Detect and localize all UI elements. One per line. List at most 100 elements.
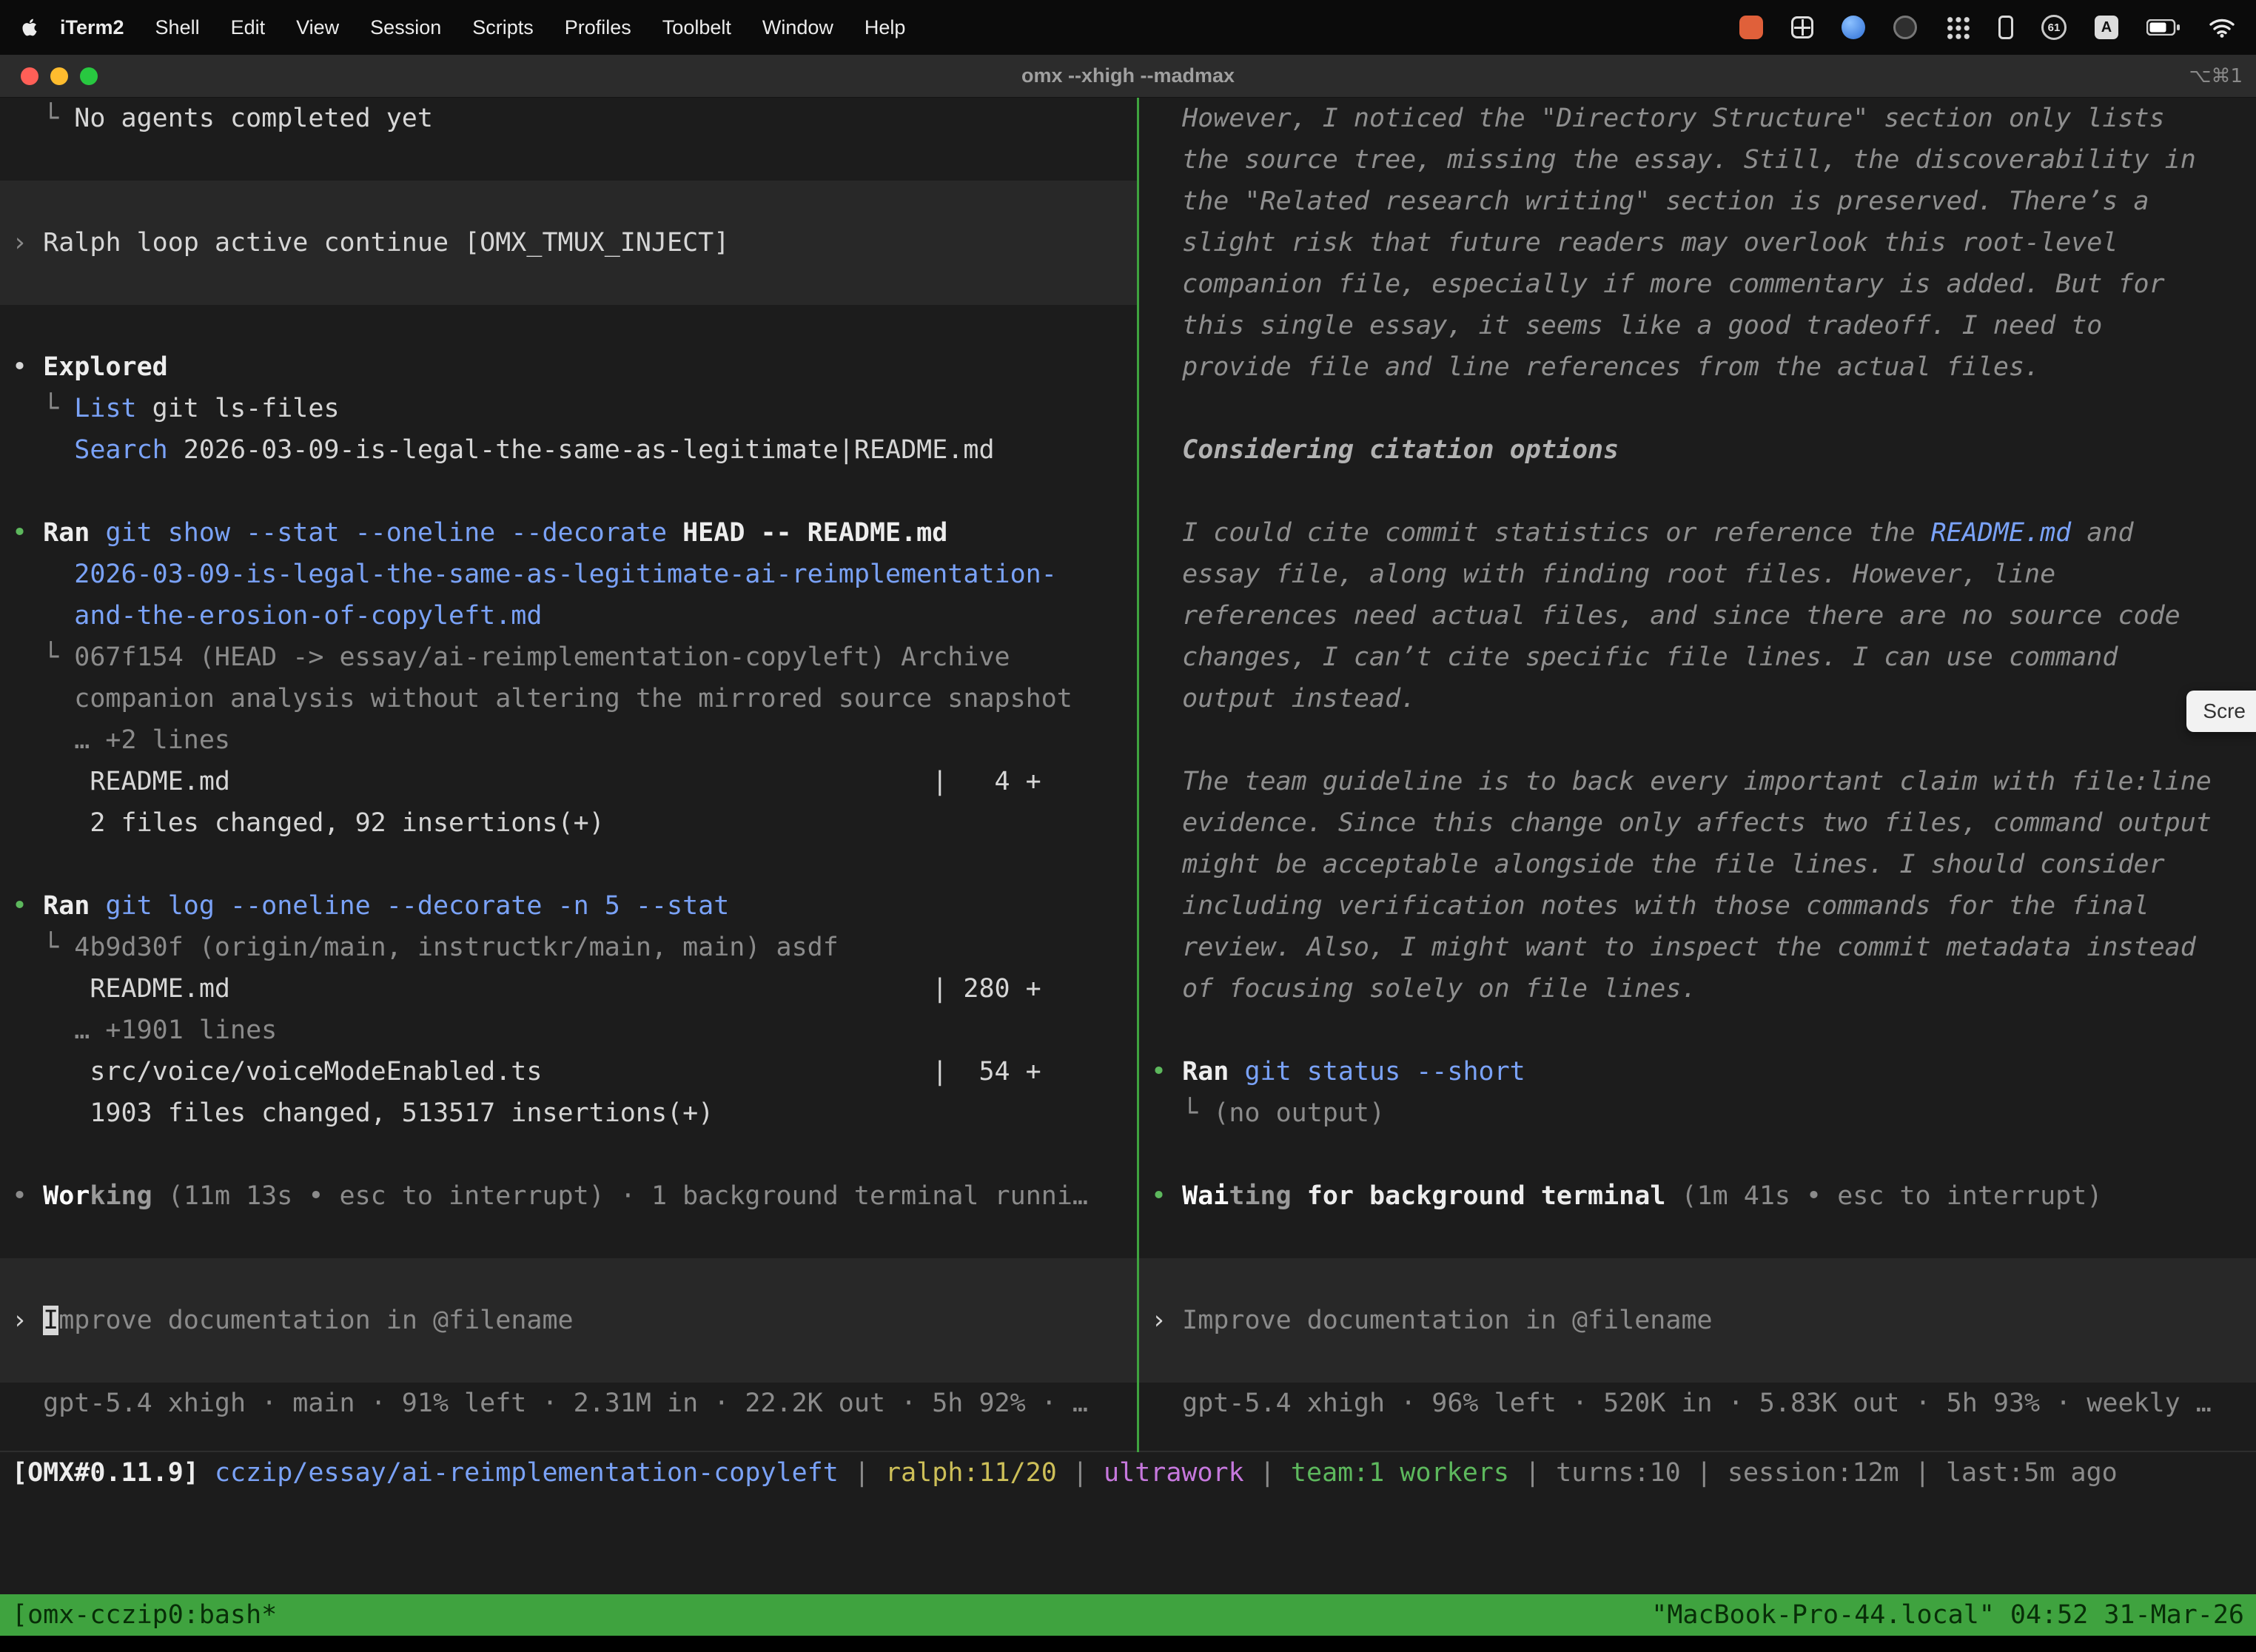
working-status: • Working (11m 13s • esc to interrupt) ·…	[0, 1175, 1137, 1217]
menu-help[interactable]: Help	[849, 16, 921, 39]
right-pane[interactable]: However, I noticed the "Directory Struct…	[1139, 98, 2256, 1424]
dots-grid-icon[interactable]	[1945, 15, 1970, 40]
elided-line: … +2 lines	[0, 719, 1137, 761]
percent-badge-icon[interactable]: 61	[2041, 15, 2067, 40]
filename-line: and-the-erosion-of-copyleft.md	[0, 595, 1137, 637]
tmux-host-clock: "MacBook-Pro-44.local" 04:52 31-Mar-26	[1651, 1600, 2244, 1630]
menu-toolbelt[interactable]: Toolbelt	[647, 16, 747, 39]
window-title-bar[interactable]: omx --xhigh --madmax ⌥⌘1	[0, 55, 2256, 98]
explored-list: └ List git ls-files	[0, 388, 1137, 429]
window-controls	[21, 55, 98, 97]
terminal-line	[0, 471, 1137, 512]
tmux-session-info: [omx-cczip0:bash*	[12, 1600, 277, 1630]
reasoning-line: including verification notes with those …	[1139, 885, 2256, 927]
grid-app-icon[interactable]	[1791, 16, 1813, 38]
agents-status-line: └ No agents completed yet	[0, 98, 1137, 139]
reasoning-line: provide file and line references from th…	[1139, 346, 2256, 388]
diffstat-line: README.md | 4 +	[0, 761, 1137, 802]
reasoning-line: review. Also, I might want to inspect th…	[1139, 927, 2256, 968]
session-stats: gpt-5.4 xhigh · main · 91% left · 2.31M …	[0, 1383, 1137, 1424]
diffstat-line: src/voice/voiceModeEnabled.ts | 54 +	[0, 1051, 1137, 1092]
terminal-line	[1139, 719, 2256, 761]
explored-header: • Explored	[0, 346, 1137, 388]
menu-edit[interactable]: Edit	[215, 16, 281, 39]
reasoning-line: I could cite commit statistics or refere…	[1139, 512, 2256, 554]
commit-line: └ 4b9d30f (origin/main, instructkr/main,…	[0, 927, 1137, 968]
close-button[interactable]	[21, 67, 38, 85]
reasoning-line: might be acceptable alongside the file l…	[1139, 844, 2256, 885]
menu-shell[interactable]: Shell	[140, 16, 215, 39]
terminal-line	[0, 1134, 1137, 1175]
terminal-line	[0, 1217, 1137, 1258]
diffstat-summary: 2 files changed, 92 insertions(+)	[0, 802, 1137, 844]
omx-status-area: [OMX#0.11.9] cczip/essay/ai-reimplementa…	[0, 1451, 2256, 1494]
diffstat-summary: 1903 files changed, 513517 insertions(+)	[0, 1092, 1137, 1134]
menu-items: iTerm2ShellEditViewSessionScriptsProfile…	[16, 16, 1739, 39]
reasoning-line: evidence. Since this change only affects…	[1139, 802, 2256, 844]
screen-recording-indicator[interactable]	[1739, 16, 1763, 39]
commit-line: companion analysis without altering the …	[0, 678, 1137, 719]
menu-scripts[interactable]: Scripts	[457, 16, 549, 39]
waiting-status: • Waiting for background terminal (1m 41…	[1139, 1175, 2256, 1217]
minimize-button[interactable]	[50, 67, 68, 85]
terminal-line	[0, 844, 1137, 885]
pane-divider[interactable]	[1137, 98, 1139, 1452]
command-output: └ (no output)	[1139, 1092, 2256, 1134]
reasoning-line: The team guideline is to back every impo…	[1139, 761, 2256, 802]
terminal-line	[1139, 1217, 2256, 1258]
left-pane[interactable]: └ No agents completed yet › Ralph loop ac…	[0, 98, 1137, 1424]
phone-mirroring-icon[interactable]	[1998, 16, 2013, 39]
terminal-line	[1139, 471, 2256, 512]
desktop-screen: iTerm2ShellEditViewSessionScriptsProfile…	[0, 0, 2256, 1652]
iterm2-window: omx --xhigh --madmax ⌥⌘1 └ No agents com…	[0, 55, 2256, 1636]
terminal-line	[1139, 1010, 2256, 1051]
apple-logo-icon[interactable]	[22, 18, 37, 37]
reasoning-line: However, I noticed the "Directory Struct…	[1139, 98, 2256, 139]
tmux-panes: └ No agents completed yet › Ralph loop ac…	[0, 98, 2256, 1424]
ran-git-show: • Ran git show --stat --oneline --decora…	[0, 512, 1137, 554]
terminal-line	[0, 305, 1137, 346]
ralph-loop-banner: › Ralph loop active continue [OMX_TMUX_I…	[0, 181, 1137, 305]
filename-line: 2026-03-09-is-legal-the-same-as-legitima…	[0, 554, 1137, 595]
menu-view[interactable]: View	[281, 16, 355, 39]
reasoning-line: changes, I can’t cite specific file line…	[1139, 637, 2256, 678]
reasoning-header: Considering citation options	[1139, 429, 2256, 471]
reasoning-line: companion file, especially if more comme…	[1139, 263, 2256, 305]
terminal-line	[1139, 1134, 2256, 1175]
menu-iterm2[interactable]: iTerm2	[44, 16, 140, 39]
reasoning-line: of focusing solely on file lines.	[1139, 968, 2256, 1010]
macos-menu-bar: iTerm2ShellEditViewSessionScriptsProfile…	[0, 0, 2256, 55]
text-cursor[interactable]: I	[43, 1306, 58, 1335]
reasoning-line: essay file, along with finding root file…	[1139, 554, 2256, 595]
terminal-line	[1139, 388, 2256, 429]
ran-git-status: • Ran git status --short	[1139, 1051, 2256, 1092]
prompt-input[interactable]: › Improve documentation in @filename	[1139, 1258, 2256, 1383]
wifi-icon[interactable]	[2209, 17, 2235, 38]
explored-search: Search 2026-03-09-is-legal-the-same-as-l…	[0, 429, 1137, 471]
menu-session[interactable]: Session	[355, 16, 457, 39]
terminal-area: └ No agents completed yet › Ralph loop ac…	[0, 98, 2256, 1594]
reasoning-line: references need actual files, and since …	[1139, 595, 2256, 637]
menu-status-icons: 61 A	[1739, 15, 2240, 40]
window-title: omx --xhigh --madmax	[1021, 64, 1235, 87]
battery-icon[interactable]	[2146, 19, 2181, 36]
reasoning-line: output instead.	[1139, 678, 2256, 719]
menu-profiles[interactable]: Profiles	[549, 16, 647, 39]
omx-status-bar: [OMX#0.11.9] cczip/essay/ai-reimplementa…	[0, 1452, 2256, 1494]
zoom-button[interactable]	[80, 67, 98, 85]
elided-line: … +1901 lines	[0, 1010, 1137, 1051]
keyboard-layout-icon[interactable]: A	[2095, 16, 2118, 39]
reasoning-line: the "Related research writing" section i…	[1139, 181, 2256, 222]
reasoning-line: this single essay, it seems like a good …	[1139, 305, 2256, 346]
reasoning-line: the source tree, missing the essay. Stil…	[1139, 139, 2256, 181]
ran-git-log: • Ran git log --oneline --decorate -n 5 …	[0, 885, 1137, 927]
menu-window[interactable]: Window	[747, 16, 849, 39]
prompt-input[interactable]: › Improve documentation in @filename	[0, 1258, 1137, 1383]
reasoning-line: slight risk that future readers may over…	[1139, 222, 2256, 263]
blue-app-icon[interactable]	[1842, 16, 1865, 39]
screen-popup[interactable]: Scre	[2186, 691, 2256, 732]
window-shortcut-hint: ⌥⌘1	[2189, 65, 2243, 87]
tmux-status-bar: [omx-cczip0:bash* "MacBook-Pro-44.local"…	[0, 1594, 2256, 1636]
terminal-line	[0, 139, 1137, 181]
dark-app-icon[interactable]	[1893, 16, 1917, 39]
